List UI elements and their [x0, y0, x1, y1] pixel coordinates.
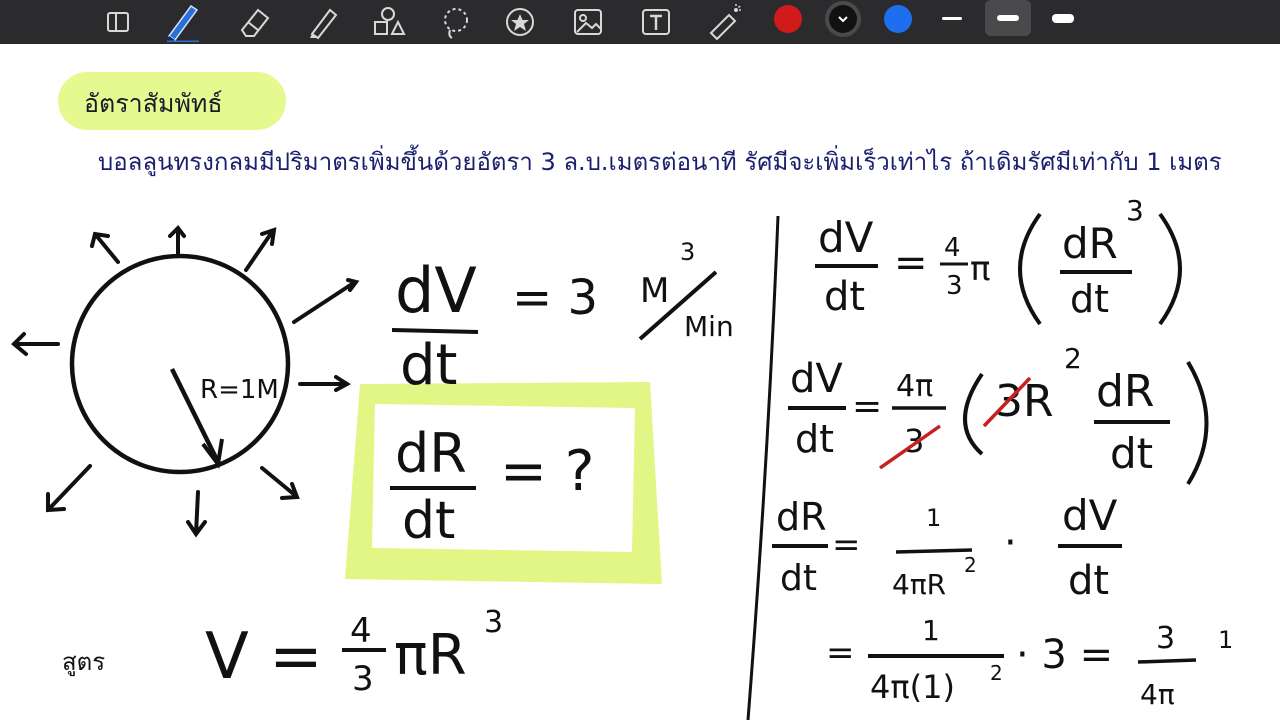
pen-tool[interactable] — [158, 0, 208, 44]
svg-text:π: π — [970, 249, 990, 289]
stroke-medium-icon — [997, 15, 1019, 21]
ink-layer: dV dt = 3 M 3 Min dR dt = ? R=1M. สูตร V… — [11, 194, 1233, 720]
svg-text:dt: dt — [1068, 558, 1109, 604]
svg-text:dV: dV — [790, 356, 843, 402]
svg-text:2: 2 — [990, 661, 1003, 685]
image-tool[interactable] — [566, 0, 610, 44]
shapes-tool[interactable] — [366, 0, 410, 44]
svg-text:3: 3 — [1156, 621, 1175, 656]
image-icon — [574, 9, 602, 35]
svg-text:สูตร: สูตร — [62, 648, 105, 677]
derivation-row-2: dV dt = 4π 3 3R 2 dR dt — [788, 342, 1209, 486]
color-swatch-blue[interactable] — [884, 5, 912, 33]
shapes-icon — [374, 7, 406, 35]
svg-text:3: 3 — [1126, 194, 1144, 227]
svg-text:4: 4 — [350, 611, 372, 651]
svg-text:dt: dt — [780, 558, 817, 599]
svg-text:2: 2 — [964, 553, 977, 577]
svg-text:4πR: 4πR — [892, 568, 946, 601]
derivation-row-3: dR dt = 1 4πR 2 · dV dt — [772, 491, 1122, 604]
sticker-icon — [506, 8, 534, 36]
svg-text:= ?: = ? — [500, 439, 594, 504]
svg-text:dt: dt — [402, 491, 455, 551]
derivation-row-1: dV dt = 4 3 π dR dt 3 — [815, 194, 1182, 326]
stroke-thick-button[interactable] — [1040, 0, 1086, 36]
svg-text:3: 3 — [946, 271, 963, 301]
svg-text:4π(1): 4π(1) — [870, 668, 955, 706]
chevron-down-icon — [838, 16, 848, 23]
radius-label: R=1M. — [200, 375, 287, 405]
text-icon — [642, 9, 670, 35]
svg-text:=: = — [852, 386, 882, 427]
svg-text:M: M — [640, 271, 669, 311]
laser-pointer-icon — [709, 4, 741, 41]
svg-text:dt: dt — [1110, 429, 1153, 478]
eraser-tool[interactable] — [232, 0, 276, 44]
svg-text:dR: dR — [776, 495, 827, 539]
stroke-thick-icon — [1052, 13, 1074, 23]
svg-text:1: 1 — [922, 614, 940, 647]
stroke-thin-button[interactable] — [929, 0, 975, 36]
pen-icon — [167, 4, 199, 42]
svg-text:V =: V = — [205, 620, 323, 694]
svg-text:4π: 4π — [896, 369, 933, 404]
highlighter-tool[interactable] — [300, 0, 344, 44]
svg-text:=: = — [894, 240, 928, 286]
goal-rate: dR dt = ? — [390, 422, 594, 551]
svg-text:dt: dt — [824, 274, 865, 320]
svg-text:Min: Min — [684, 310, 734, 343]
sticker-tool[interactable] — [498, 0, 542, 44]
svg-text:4π: 4π — [1140, 678, 1175, 711]
lasso-tool[interactable] — [434, 0, 478, 44]
highlighter-icon — [310, 8, 338, 40]
balloon-diagram — [11, 224, 360, 538]
svg-text:dt: dt — [795, 417, 834, 461]
given-rate: dV dt = 3 M 3 Min — [391, 238, 734, 398]
svg-text:3: 3 — [352, 659, 374, 699]
svg-text:= 3: = 3 — [512, 270, 598, 326]
text-tool[interactable] — [634, 0, 678, 44]
lasso-icon — [444, 8, 468, 39]
svg-text:dt: dt — [400, 333, 458, 398]
color-swatch-red[interactable] — [774, 5, 802, 33]
layout-tool[interactable] — [100, 0, 136, 44]
svg-text:dV: dV — [1062, 491, 1118, 540]
svg-text:· 3 =: · 3 = — [1016, 632, 1113, 678]
color-swatch-black[interactable] — [829, 5, 857, 33]
svg-text:dR: dR — [395, 422, 467, 485]
svg-text:dR: dR — [1062, 219, 1118, 268]
svg-text:dV: dV — [818, 213, 874, 262]
laser-pointer-tool[interactable] — [702, 0, 746, 44]
svg-text:3: 3 — [680, 238, 695, 266]
svg-text:=: = — [832, 525, 861, 565]
volume-formula: สูตร V = 4 3 πR 3 — [62, 605, 503, 699]
note-canvas[interactable]: อัตราสัมพัทธ์ บอลลูนทรงกลมมีปริมาตรเพิ่ม… — [0, 44, 1280, 720]
svg-text:3: 3 — [484, 605, 503, 640]
drawing-toolbar — [0, 0, 1280, 44]
eraser-icon — [240, 8, 270, 37]
svg-text:dt: dt — [1070, 277, 1109, 321]
svg-text:dV: dV — [395, 254, 477, 327]
svg-text:·: · — [1004, 520, 1017, 566]
stroke-medium-button[interactable] — [985, 0, 1031, 36]
svg-text:1: 1 — [926, 504, 941, 532]
stroke-thin-icon — [942, 16, 962, 20]
svg-text:2: 2 — [1064, 342, 1082, 375]
svg-text:4: 4 — [944, 233, 961, 263]
svg-text:dR: dR — [1096, 366, 1155, 417]
svg-text:=: = — [826, 633, 855, 673]
derivation-row-4: = 1 4π(1) 2 · 3 = 3 4π 1 — [826, 614, 1233, 711]
svg-text:πR: πR — [394, 623, 467, 688]
svg-text:1: 1 — [1218, 626, 1233, 654]
divider-line — [746, 215, 780, 720]
layout-icon — [107, 12, 129, 32]
